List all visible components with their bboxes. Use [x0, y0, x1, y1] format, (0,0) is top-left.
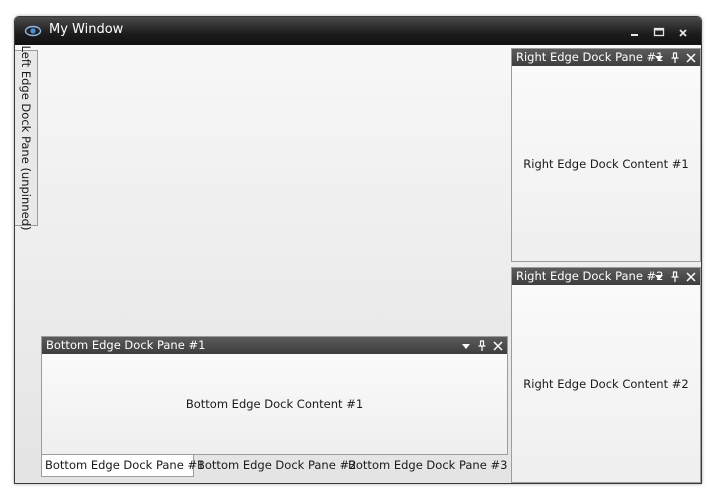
right-dock-pane-1: Right Edge Dock Pane #1 Right Edge Dock …	[511, 48, 701, 262]
title-bar[interactable]: My Window	[15, 17, 701, 45]
bottom-pane-options-button[interactable]	[459, 337, 473, 354]
chevron-down-icon	[655, 275, 663, 280]
bottom-tab-pane-3[interactable]: Bottom Edge Dock Pane #3	[345, 455, 507, 475]
maximize-button[interactable]	[649, 21, 669, 41]
minimize-button[interactable]	[625, 21, 645, 41]
app-logo-icon	[24, 23, 42, 39]
bottom-pane-pin-button[interactable]	[475, 337, 489, 354]
right-pane-1-content-text: Right Edge Dock Content #1	[523, 156, 689, 171]
bottom-pane-content-text: Bottom Edge Dock Content #1	[185, 397, 364, 411]
bottom-dock-tabstrip: Bottom Edge Dock Pane #1 Bottom Edge Doc…	[41, 455, 513, 483]
bottom-pane-header[interactable]: Bottom Edge Dock Pane #1	[42, 337, 507, 354]
close-icon	[686, 53, 696, 63]
right-dock-pane-2: Right Edge Dock Pane #2 Right Edge Dock …	[511, 267, 701, 483]
close-icon	[493, 341, 503, 351]
pin-icon	[671, 271, 679, 282]
chevron-down-icon	[655, 56, 663, 61]
bottom-dock-pane: Bottom Edge Dock Pane #1 Bottom Edge Doc…	[41, 336, 508, 455]
close-icon	[679, 29, 687, 37]
main-window: My Window Left Edge Dock Pane (unpinned)…	[14, 16, 702, 484]
left-dock-tab-label: Left Edge Dock Pane (unpinned)	[19, 45, 33, 231]
right-pane-1-pin-button[interactable]	[668, 49, 682, 66]
minimize-icon	[631, 34, 638, 36]
close-icon	[686, 272, 696, 282]
document-area: Left Edge Dock Pane (unpinned) Bottom Ed…	[15, 45, 701, 483]
bottom-tab-pane-2[interactable]: Bottom Edge Dock Pane #2	[194, 455, 356, 475]
right-pane-2-content: Right Edge Dock Content #2	[512, 285, 700, 482]
right-pane-1-title: Right Edge Dock Pane #1	[516, 50, 664, 64]
window-title: My Window	[49, 22, 124, 37]
bottom-pane-content: Bottom Edge Dock Content #1	[42, 354, 507, 454]
pin-icon	[671, 52, 679, 63]
right-pane-2-options-button[interactable]	[652, 268, 666, 285]
right-pane-2-close-button[interactable]	[684, 268, 698, 285]
right-pane-1-close-button[interactable]	[684, 49, 698, 66]
right-pane-2-title: Right Edge Dock Pane #2	[516, 269, 664, 283]
right-pane-1-options-button[interactable]	[652, 49, 666, 66]
pin-icon	[478, 340, 486, 351]
chevron-down-icon	[462, 344, 470, 349]
right-pane-1-header[interactable]: Right Edge Dock Pane #1	[512, 49, 700, 66]
maximize-icon	[653, 27, 665, 37]
bottom-pane-close-button[interactable]	[491, 337, 505, 354]
bottom-tab-pane-1[interactable]: Bottom Edge Dock Pane #1	[41, 455, 204, 477]
left-dock-unpinned-tab[interactable]: Left Edge Dock Pane (unpinned)	[15, 46, 38, 230]
close-button[interactable]	[674, 21, 694, 41]
right-pane-2-header[interactable]: Right Edge Dock Pane #2	[512, 268, 700, 285]
right-pane-2-pin-button[interactable]	[668, 268, 682, 285]
bottom-pane-title: Bottom Edge Dock Pane #1	[46, 338, 206, 352]
right-pane-1-content: Right Edge Dock Content #1	[512, 66, 700, 261]
right-pane-2-content-text: Right Edge Dock Content #2	[523, 376, 689, 391]
